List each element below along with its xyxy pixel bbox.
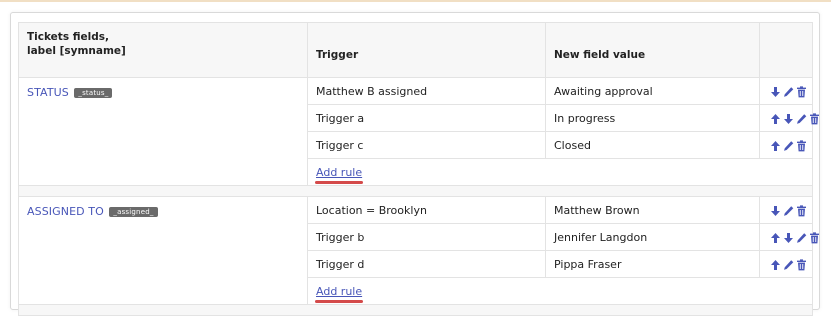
rules-panel: Tickets fields, label [symname] Trigger … bbox=[10, 12, 820, 316]
actions-cell bbox=[759, 196, 813, 224]
trash-icon[interactable] bbox=[796, 258, 807, 271]
value-cell: In progress bbox=[545, 104, 760, 132]
pencil-icon[interactable] bbox=[783, 86, 794, 98]
trigger-cell: Trigger b bbox=[307, 223, 546, 251]
actions-cell bbox=[759, 223, 819, 251]
table-row: STATUS _status_ Matthew B assigned Awaitin… bbox=[18, 77, 813, 186]
separator-cell bbox=[18, 185, 813, 197]
arrow-down-icon[interactable] bbox=[783, 113, 794, 125]
pencil-icon[interactable] bbox=[796, 232, 807, 244]
group-separator bbox=[18, 185, 813, 197]
arrow-up-icon[interactable] bbox=[770, 259, 781, 271]
value-cell: Closed bbox=[545, 131, 760, 159]
arrow-up-icon[interactable] bbox=[770, 140, 781, 152]
add-rule-link[interactable]: Add rule bbox=[314, 285, 364, 303]
table-row: ASSIGNED TO _assigned_ Location = Brookly… bbox=[18, 196, 813, 305]
trash-icon[interactable] bbox=[809, 112, 820, 125]
pencil-icon[interactable] bbox=[783, 205, 794, 217]
trigger-cell: Trigger c bbox=[307, 131, 546, 159]
field-cell: ASSIGNED TO _assigned_ bbox=[18, 196, 308, 305]
trigger-cell: Location = Brooklyn bbox=[307, 196, 546, 224]
separator-cell bbox=[18, 304, 813, 316]
value-cell: Jennifer Langdon bbox=[545, 223, 760, 251]
field-label[interactable]: STATUS bbox=[27, 86, 69, 99]
trigger-cell: Matthew B assigned bbox=[307, 77, 546, 105]
symname-badge: _status_ bbox=[74, 88, 113, 98]
header-new-field-value: New field value bbox=[545, 22, 760, 78]
arrow-up-icon[interactable] bbox=[770, 232, 781, 244]
top-accent-line bbox=[0, 0, 831, 2]
trash-icon[interactable] bbox=[796, 139, 807, 152]
pencil-icon[interactable] bbox=[796, 113, 807, 125]
pencil-icon[interactable] bbox=[783, 140, 794, 152]
value-cell: Matthew Brown bbox=[545, 196, 760, 224]
add-rule-cell: Add rule bbox=[307, 158, 813, 186]
value-cell: Awaiting approval bbox=[545, 77, 760, 105]
arrow-down-icon[interactable] bbox=[770, 205, 781, 217]
trigger-cell: Trigger d bbox=[307, 250, 546, 278]
actions-cell bbox=[759, 250, 813, 278]
group-separator bbox=[18, 304, 813, 316]
trigger-cell: Trigger a bbox=[307, 104, 546, 132]
trash-icon[interactable] bbox=[809, 231, 820, 244]
add-rule-link[interactable]: Add rule bbox=[314, 166, 364, 184]
pencil-icon[interactable] bbox=[783, 259, 794, 271]
trash-icon[interactable] bbox=[796, 204, 807, 217]
actions-cell bbox=[759, 131, 813, 159]
arrow-down-icon[interactable] bbox=[783, 232, 794, 244]
add-rule-cell: Add rule bbox=[307, 277, 813, 305]
header-actions bbox=[759, 22, 813, 78]
field-label[interactable]: ASSIGNED TO bbox=[27, 205, 104, 218]
actions-cell bbox=[759, 104, 819, 132]
actions-cell bbox=[759, 77, 813, 105]
header-field: Tickets fields, label [symname] bbox=[18, 22, 308, 78]
trash-icon[interactable] bbox=[796, 85, 807, 98]
arrow-up-icon[interactable] bbox=[770, 113, 781, 125]
field-cell: STATUS _status_ bbox=[18, 77, 308, 186]
symname-badge: _assigned_ bbox=[109, 207, 158, 217]
ticket-field-rules-table: Tickets fields, label [symname] Trigger … bbox=[18, 22, 819, 316]
table-header-row: Tickets fields, label [symname] Trigger … bbox=[18, 22, 813, 78]
value-cell: Pippa Fraser bbox=[545, 250, 760, 278]
arrow-down-icon[interactable] bbox=[770, 86, 781, 98]
header-trigger: Trigger bbox=[307, 22, 546, 78]
rules-body: STATUS _status_ Matthew B assigned Awaitin… bbox=[18, 77, 819, 316]
header-field-text: Tickets fields, label [symname] bbox=[27, 31, 126, 57]
